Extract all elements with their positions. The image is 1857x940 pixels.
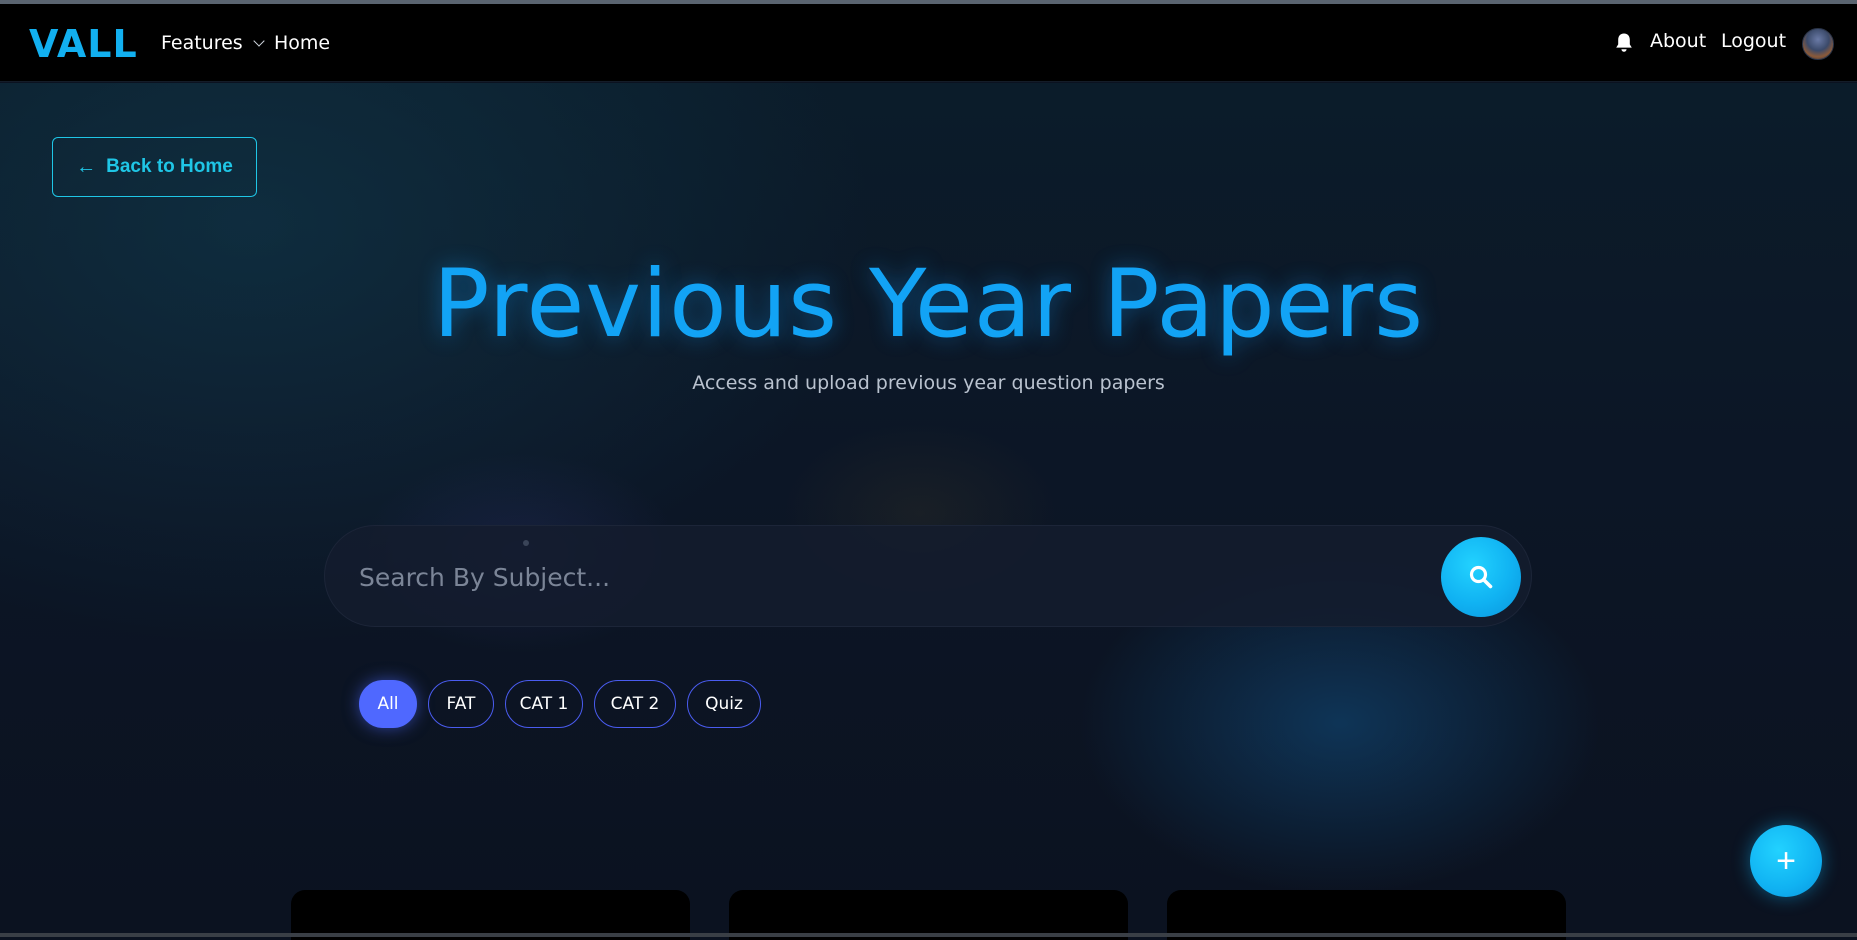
filter-chip-cat-2[interactable]: CAT 2	[594, 680, 676, 728]
nav-features-dropdown[interactable]: Features	[161, 32, 265, 54]
nav-features-label: Features	[161, 32, 243, 54]
page-title: Previous Year Papers	[432, 250, 1425, 359]
filter-chips: All FAT CAT 1 CAT 2 Quiz	[359, 680, 761, 728]
add-paper-button[interactable]: +	[1750, 825, 1822, 897]
chevron-down-icon	[253, 35, 265, 47]
filter-chip-fat[interactable]: FAT	[428, 680, 494, 728]
arrow-left-icon: ←	[76, 155, 97, 178]
nav-home-link[interactable]: Home	[274, 32, 330, 54]
search-button[interactable]	[1441, 537, 1521, 617]
page-subtitle: Access and upload previous year question…	[692, 372, 1165, 394]
search-input[interactable]	[359, 556, 1389, 598]
plus-icon: +	[1776, 841, 1796, 880]
nav-about-link[interactable]: About	[1650, 30, 1706, 52]
window-bottom-border	[0, 933, 1857, 937]
logo[interactable]: VALL	[29, 22, 138, 66]
main-background	[0, 83, 1857, 933]
bell-icon[interactable]	[1614, 32, 1634, 54]
filter-chip-quiz[interactable]: Quiz	[687, 680, 761, 728]
back-to-home-label: Back to Home	[106, 156, 233, 177]
search-bar	[324, 525, 1532, 627]
search-icon	[1469, 565, 1493, 589]
top-navbar: VALL Features Home About Logout	[0, 4, 1857, 82]
back-to-home-button[interactable]: ← Back to Home	[52, 137, 257, 197]
decorative-dot	[523, 540, 529, 546]
nav-logout-link[interactable]: Logout	[1721, 30, 1786, 52]
avatar[interactable]	[1802, 28, 1834, 60]
filter-chip-cat-1[interactable]: CAT 1	[505, 680, 583, 728]
filter-chip-all[interactable]: All	[359, 680, 417, 728]
